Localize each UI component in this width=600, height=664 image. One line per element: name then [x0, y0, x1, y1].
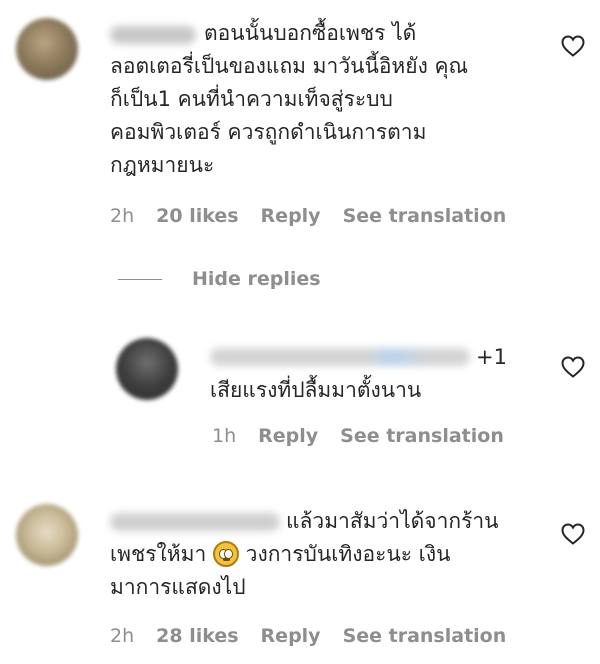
- face-with-rolling-eyes-emoji: [212, 541, 239, 567]
- comment-text: ตอนนั้นบอกซื้อเพชร ได้ ลอตเตอรี่เป็นของแ…: [110, 17, 570, 182]
- likes-count[interactable]: 28 likes: [156, 625, 238, 647]
- heart-outline-icon[interactable]: [561, 356, 585, 378]
- comment-line: กฎหมายนะ: [110, 153, 215, 177]
- comment-line: มาการแสดงไป: [110, 575, 246, 599]
- reply-button[interactable]: Reply: [261, 625, 321, 647]
- heart-outline-icon[interactable]: [561, 523, 585, 545]
- comment-line: คอมพิวเตอร์ ควรถูกดำเนินการตาม: [110, 120, 427, 144]
- comment-time: 1h: [212, 425, 237, 447]
- username-blurred[interactable]: [210, 348, 470, 366]
- comment-line: แล้วมาสัมว่าได้จากร้าน: [286, 509, 499, 533]
- reply-meta: 1h Reply See translation: [212, 425, 504, 447]
- see-translation-link[interactable]: See translation: [343, 625, 507, 647]
- reply-button[interactable]: Reply: [258, 425, 318, 447]
- comment-line: ก็เป็น1 คนที่นำความเท็จสู่ระบบ: [110, 87, 393, 111]
- avatar[interactable]: [116, 338, 178, 400]
- divider-line: [118, 278, 162, 280]
- reply-button[interactable]: Reply: [261, 205, 321, 227]
- comment-line: ลอตเตอรี่เป็นของแถม มาวันนี้อิหยัง คุณ: [110, 54, 469, 78]
- reply-text: เสียแรงที่ปลื้มมาตั้งนาน: [210, 378, 422, 402]
- hide-replies-button[interactable]: Hide replies: [118, 268, 321, 290]
- hide-replies-label: Hide replies: [192, 268, 321, 290]
- avatar[interactable]: [16, 18, 78, 80]
- see-translation-link[interactable]: See translation: [343, 205, 507, 227]
- avatar[interactable]: [16, 504, 78, 566]
- comment-text: แล้วมาสัมว่าได้จากร้าน เพชรให้มา วงการบั…: [110, 505, 570, 604]
- see-translation-link[interactable]: See translation: [340, 425, 504, 447]
- comment-line-part: วงการบันเทิงอะนะ เงิน: [245, 542, 451, 566]
- heart-outline-icon[interactable]: [561, 35, 585, 57]
- comment-line: ตอนนั้นบอกซื้อเพชร ได้: [204, 21, 417, 45]
- comment-time: 2h: [110, 205, 135, 227]
- comment-line-part: เพชรให้มา: [110, 542, 207, 566]
- plus-one-tag[interactable]: +1: [476, 341, 507, 374]
- comment-meta: 2h 20 likes Reply See translation: [110, 205, 506, 227]
- likes-count[interactable]: 20 likes: [156, 205, 238, 227]
- comment-time: 2h: [110, 625, 135, 647]
- comment-line: เพชรให้มา วงการบันเทิงอะนะ เงิน: [110, 538, 570, 571]
- comment-meta: 2h 28 likes Reply See translation: [110, 625, 506, 647]
